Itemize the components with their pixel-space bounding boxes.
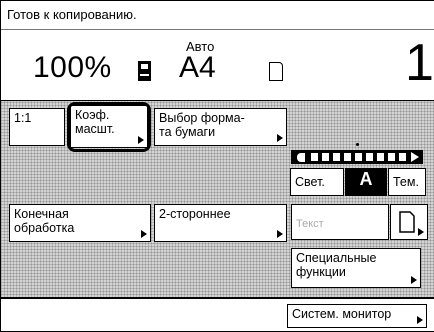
image-mode-label: Текст <box>296 218 324 230</box>
arrow-right-icon <box>141 230 147 238</box>
zoom-coef-highlight <box>67 102 151 152</box>
density-dark-button[interactable]: Тем. <box>388 168 426 196</box>
system-monitor-label: Систем. монитор <box>292 307 392 321</box>
density-bar-icon[interactable] <box>291 150 423 164</box>
image-mode-field: Текст <box>291 204 389 240</box>
density-light-label: Свет. <box>295 175 325 189</box>
density-light-button[interactable]: Свет. <box>290 168 344 196</box>
density-dark-label: Тем. <box>393 175 419 189</box>
arrow-right-icon <box>277 230 283 238</box>
finishing-label: Конечная обработка <box>14 207 75 235</box>
special-functions-label: Специальные функции <box>296 251 377 279</box>
original-document-icon <box>269 62 283 81</box>
divider <box>1 29 434 30</box>
density-auto-label: A <box>359 169 373 189</box>
density-lighter-icon <box>297 153 305 162</box>
original-document-icon <box>399 211 415 233</box>
paper-size: A4 <box>179 51 216 84</box>
density-marker <box>356 143 359 146</box>
ratio-1to1-button[interactable]: 1:1 <box>9 108 65 146</box>
density-segment <box>399 153 406 161</box>
arrow-right-icon <box>277 134 283 142</box>
density-darker-icon <box>411 152 419 162</box>
duplex-label: 2-стороннее <box>159 207 231 221</box>
copy-screen: Готов к копированию. 100% Авто A4 1 1:1 … <box>0 0 434 332</box>
special-functions-button[interactable]: Специальные функции <box>291 248 421 288</box>
zoom-ratio: 100% <box>33 51 112 84</box>
arrow-right-icon <box>418 228 424 236</box>
ratio-1to1-label: 1:1 <box>14 111 32 125</box>
arrow-right-icon <box>411 276 417 284</box>
density-auto-button[interactable]: A <box>345 168 387 196</box>
density-segment <box>344 153 351 161</box>
system-monitor-button[interactable]: Систем. монитор <box>287 304 427 328</box>
arrow-right-icon <box>417 316 423 324</box>
density-segment <box>322 153 329 161</box>
duplex-button[interactable]: 2-стороннее <box>154 204 287 242</box>
density-segment <box>377 153 384 161</box>
paper-select-label: Выбор форма- та бумаги <box>159 111 245 139</box>
density-segment <box>355 153 362 161</box>
density-segment <box>311 153 318 161</box>
status-message: Готов к копированию. <box>7 7 137 22</box>
finishing-button[interactable]: Конечная обработка <box>9 204 151 242</box>
paper-cassette-icon <box>137 60 152 82</box>
divider <box>1 297 434 298</box>
density-segment <box>366 153 373 161</box>
copy-count: 1 <box>405 34 434 92</box>
original-type-button[interactable] <box>390 204 428 240</box>
density-segment <box>333 153 340 161</box>
paper-select-button[interactable]: Выбор форма- та бумаги <box>154 108 287 146</box>
density-segment <box>388 153 395 161</box>
